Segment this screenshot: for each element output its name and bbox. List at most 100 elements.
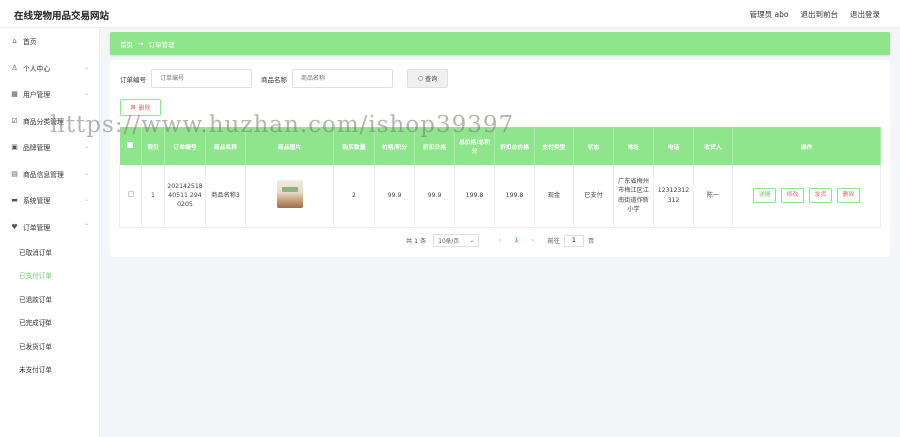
total-count: 共 1 条 [406,238,427,245]
breadcrumb-separator: → [138,39,144,48]
header-cell: 索引 [141,127,165,165]
search-button[interactable]: ○ 查询 [407,69,448,88]
prev-page-button[interactable]: ‹ [494,237,506,244]
search-icon: ○ [417,75,424,82]
site-title: 在线宠物用品交易网站 [14,11,110,22]
row-select-cell[interactable] [119,165,142,228]
header-cell: 电话 [653,127,694,165]
logout-link[interactable]: 退出登录 [850,9,880,20]
trash-icon: ⊠ [130,104,136,111]
cell-discount-price: 99.9 [414,165,455,228]
goods-name-input[interactable] [292,69,393,88]
sidebar-item-label: 个人中心 [23,64,51,73]
order-no-label: 订单编号 [120,75,146,84]
chevron-down-icon: ⌄ [83,116,89,124]
delete-button[interactable]: 删除 [836,188,860,204]
sidebar-item-users[interactable]: ▦ 用户管理 ⌄ [0,81,99,108]
sidebar-item-label: 品牌管理 [23,144,51,153]
sidebar: ⌂ 首页 ♙ 个人中心 ⌄ ▦ 用户管理 ⌄ ☑ 商品分类管理 ⌄ ▣ 品牌管理… [0,28,100,437]
header-cell: 折扣总价格 [494,127,535,165]
next-page-button[interactable]: › [527,237,539,244]
header-cell: 购买数量 [333,127,375,165]
order-no-input[interactable] [151,69,252,88]
page-suffix: 页 [587,238,595,245]
row-checkbox[interactable] [127,191,134,198]
header-cell: 商品名称 [205,127,246,165]
back-to-front-link[interactable]: 退出到前台 [801,9,839,20]
sidebar-item-label: 商品分类管理 [23,117,64,126]
detail-button[interactable]: 详情 [753,188,777,204]
cell-order-no: 20214251840511 2940205 [164,165,206,228]
goto-label: 前往 [547,238,560,245]
sidebar-sub-cancelled[interactable]: 已取消订单 [0,240,99,264]
cell-goods-image [245,165,334,228]
page-size-select[interactable]: 10条/页 ⌄ [433,234,480,247]
header-cell: 价格/积分 [374,127,415,165]
sidebar-item-label: 商品信息管理 [23,170,64,179]
top-links: 管理员 abo 退出到前台 退出登录 [750,9,880,20]
batch-delete-button[interactable]: ⊠ 删除 [120,99,161,116]
chevron-down-icon: ⌄ [83,90,89,97]
sidebar-sub-completed[interactable]: 已完成订单 [0,311,99,335]
pagination: 共 1 条 10条/页 ⌄ ‹ 1 › 前往 页 [406,234,594,247]
header-select-all[interactable] [119,127,142,165]
chevron-down-icon: ⌄ [469,237,475,244]
sidebar-sub-shipped[interactable]: 已发货订单 [0,334,99,358]
header-cell: 订单编号 [164,127,206,165]
system-icon: ▬ [11,196,18,205]
table-row: 1 20214251840511 2940205 商品名称3 2 99.9 99… [119,165,881,228]
chevron-up-icon: ⌃ [83,222,89,230]
header-cell: 总价格/总积分 [454,127,495,165]
sidebar-item-home[interactable]: ⌂ 首页 [0,28,99,55]
top-bar: 在线宠物用品交易网站 管理员 abo 退出到前台 退出登录 [0,0,900,28]
chevron-down-icon: ⌄ [83,196,89,203]
sidebar-sub-unpaid[interactable]: 未支付订单 [0,358,99,382]
cell-receiver: 陈一 [693,165,733,228]
cell-status: 已支付 [573,165,614,228]
sidebar-item-brand[interactable]: ▣ 品牌管理 ⌄ [0,134,99,161]
header-cell: 折扣价格 [414,127,455,165]
header-cell: 商品图片 [245,127,334,165]
admin-label: 管理员 abo [749,10,789,19]
ship-button[interactable]: 发货 [808,188,832,204]
header-cell: 操作 [732,127,881,165]
sidebar-item-profile[interactable]: ♙ 个人中心 ⌄ [0,55,99,82]
sidebar-item-goods[interactable]: ▤ 商品信息管理 ⌄ [0,161,99,188]
select-all-checkbox[interactable] [127,142,134,148]
sidebar-sub-refunded[interactable]: 已退款订单 [0,287,99,311]
goods-icon: ▤ [11,169,18,178]
chevron-down-icon: ⌄ [83,63,89,71]
goto-page-input[interactable] [563,234,584,247]
sidebar-item-label: 首页 [23,38,37,47]
sidebar-item-label: 订单管理 [23,223,51,232]
users-icon: ▦ [11,90,18,99]
sidebar-item-label: 用户管理 [23,91,51,100]
header-cell: 状态 [573,127,614,165]
breadcrumb: 首页 → 订单管理 [110,32,890,55]
sidebar-item-label: 系统管理 [23,197,51,206]
cell-index: 1 [141,165,165,228]
cell-phone: 12312312312 [653,165,694,228]
sidebar-sub-paid[interactable]: 已支付订单 [0,264,99,288]
search-row: 订单编号 商品名称 ○ 查询 [120,69,448,88]
header-cell: 支付类型 [534,127,574,165]
cell-actions: 详情 修改 发货 删除 [732,165,881,228]
home-icon: ⌂ [12,37,17,46]
page-number[interactable]: 1 [514,237,518,244]
order-icon: ♥ [11,222,18,231]
cell-address: 广东省梅州市梅江区江南街道作新小学 [613,165,654,228]
sidebar-item-category[interactable]: ☑ 商品分类管理 ⌄ [0,108,99,135]
breadcrumb-home[interactable]: 首页 [120,39,133,49]
goods-image [276,180,303,209]
cell-pay-type: 现金 [534,165,574,228]
table-header-row: 索引 订单编号 商品名称 商品图片 购买数量 价格/积分 折扣价格 总价格/总积… [119,127,881,165]
chevron-down-icon: ⌄ [83,169,89,177]
page-size-value: 10条/页 [438,239,460,245]
sidebar-item-system[interactable]: ▬ 系统管理 ⌄ [0,187,99,214]
edit-button[interactable]: 修改 [781,188,805,204]
cell-discount-total: 199.8 [494,165,535,228]
goods-name-label: 商品名称 [261,75,287,84]
main-panel: 订单编号 商品名称 ○ 查询 ⊠ 删除 索引 订单编号 商品名称 商品图片 购买… [110,60,890,257]
sidebar-item-orders[interactable]: ♥ 订单管理 ⌃ [0,214,99,241]
cell-price: 99.9 [374,165,415,228]
